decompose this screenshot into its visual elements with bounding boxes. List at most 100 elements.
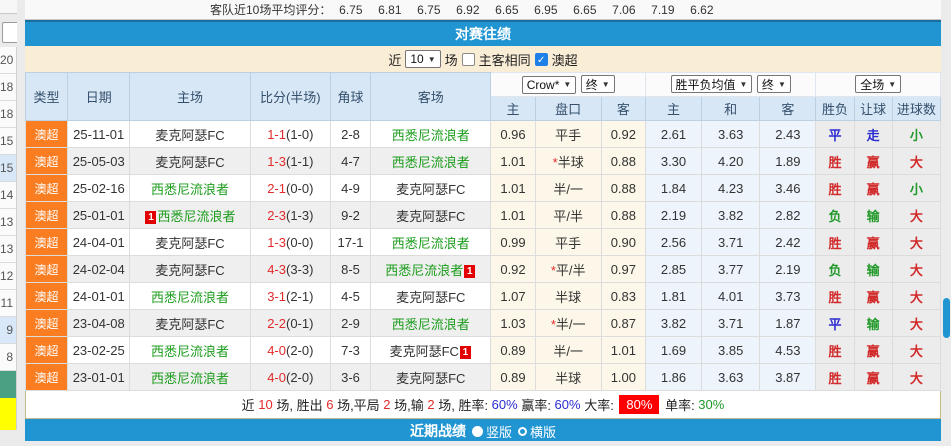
match-count-select[interactable]: 10 ▼ bbox=[405, 50, 441, 68]
handicap-line-text: 平手 bbox=[555, 235, 582, 251]
summary-segment: 近 bbox=[241, 398, 259, 413]
corner-score: 7-3 bbox=[329, 336, 372, 364]
home-team-name: 西悉尼流浪者 bbox=[150, 289, 229, 305]
table-row: 澳超 23-04-08 麦克阿瑟FC 2-2(0-1) 2-9 西悉尼流浪者 1.03 *半/… bbox=[24, 309, 942, 337]
away-team: 西悉尼流浪者 bbox=[370, 120, 492, 148]
left-strip-number: 8 bbox=[0, 344, 17, 371]
col-header-date: 日期 bbox=[67, 72, 131, 121]
odds-home: 2.61 bbox=[644, 120, 703, 148]
match-date: 23-02-25 bbox=[67, 336, 131, 364]
league-badge: 澳超 bbox=[24, 255, 69, 283]
handicap-line-text: 半球 bbox=[555, 370, 582, 386]
left-strip-number: 18 bbox=[0, 74, 17, 101]
handicap-away-odds: 1.00 bbox=[600, 363, 646, 391]
col-header-home: 主场 bbox=[129, 72, 251, 121]
summary-segment: 2 bbox=[383, 397, 391, 412]
corner-score: 9-2 bbox=[329, 201, 372, 229]
home-team: 西悉尼流浪者 bbox=[129, 282, 251, 310]
col-header-type: 类型 bbox=[24, 72, 69, 121]
home-team-name: 麦克阿瑟FC bbox=[155, 262, 225, 278]
league-badge: 澳超 bbox=[24, 336, 69, 364]
home-team-name: 西悉尼流浪者 bbox=[150, 343, 229, 359]
handicap-home-odds: 0.99 bbox=[490, 228, 536, 256]
score: 1-3(0-0) bbox=[249, 228, 331, 256]
odds-away: 3.73 bbox=[759, 282, 817, 310]
left-strip-green-cell bbox=[0, 371, 17, 398]
vertical-layout-radio[interactable]: 竖版 bbox=[471, 422, 512, 441]
odds-away: 2.42 bbox=[759, 228, 817, 256]
avg-rating-value: 6.62 bbox=[690, 2, 714, 17]
left-strip-number: 15 bbox=[0, 155, 17, 182]
result-handicap: 赢 bbox=[853, 174, 893, 202]
away-team-name: 西悉尼流浪者 bbox=[391, 127, 470, 143]
match-date: 23-04-08 bbox=[67, 309, 131, 337]
summary-segment: 60% bbox=[491, 397, 518, 412]
result-wdl: 胜 bbox=[815, 282, 855, 310]
result-goals: 大 bbox=[891, 201, 942, 229]
summary-segment: 赢率: bbox=[517, 398, 555, 413]
full-time-score: 4-3 bbox=[267, 261, 286, 277]
result-goals: 大 bbox=[891, 228, 942, 256]
result-handicap: 输 bbox=[853, 201, 893, 229]
odds-home: 3.82 bbox=[644, 309, 703, 337]
odds-draw: 3.85 bbox=[701, 336, 761, 364]
wdl-mean-select[interactable]: 胜平负均值 ▼ bbox=[670, 75, 753, 94]
wdl-final-select[interactable]: 终 ▼ bbox=[756, 75, 791, 94]
chevron-down-icon: ▼ bbox=[739, 79, 748, 89]
scrollbar-thumb[interactable] bbox=[943, 298, 950, 338]
odds-away: 2.43 bbox=[759, 120, 817, 148]
away-team: 麦克阿瑟FC bbox=[370, 363, 492, 391]
match-date: 25-01-01 bbox=[67, 201, 131, 229]
handicap-line: 半球 bbox=[534, 282, 602, 310]
col-header-hcap-away: 客 bbox=[600, 96, 646, 121]
summary-segment: 场, 胜出 bbox=[272, 398, 327, 413]
odds-home: 2.85 bbox=[644, 255, 703, 283]
fullmatch-dropdown-group: 全场 ▼ bbox=[815, 72, 941, 97]
handicap-line: *半球 bbox=[534, 147, 602, 175]
home-team: 西悉尼流浪者 bbox=[129, 336, 251, 364]
odds-away: 4.53 bbox=[759, 336, 817, 364]
table-row: 澳超 25-01-01 1 西悉尼流浪者 2-3(1-3) 9-2 麦克阿瑟FC 1.01 平/… bbox=[24, 201, 942, 229]
odds-home: 1.86 bbox=[644, 363, 703, 391]
handicap-line: 半球 bbox=[534, 363, 602, 391]
half-time-score: (1-0) bbox=[285, 126, 314, 142]
league-filter-label: 澳超 bbox=[551, 52, 578, 68]
left-strip-numbers: 20 18 18 15 15 14 13 13 12 11 9 8 bbox=[0, 47, 17, 430]
home-team: 1 西悉尼流浪者 bbox=[129, 201, 251, 229]
home-team-name: 麦克阿瑟FC bbox=[155, 235, 225, 251]
result-handicap: 赢 bbox=[853, 147, 893, 175]
home-team-name: 西悉尼流浪者 bbox=[157, 208, 236, 224]
same-venue-checkbox[interactable] bbox=[461, 52, 475, 66]
result-goals: 大 bbox=[891, 282, 942, 310]
corner-score: 2-9 bbox=[329, 309, 372, 337]
handicap-line: 平/半 bbox=[534, 201, 602, 229]
away-team: 麦克阿瑟FC 1 bbox=[370, 336, 492, 364]
avg-rating-value: 6.65 bbox=[495, 2, 519, 17]
avg-rating-value: 7.06 bbox=[612, 2, 636, 17]
result-wdl: 负 bbox=[815, 201, 855, 229]
odds-draw: 3.71 bbox=[701, 309, 761, 337]
full-time-score: 4-0 bbox=[267, 342, 286, 358]
home-team: 麦克阿瑟FC bbox=[129, 228, 251, 256]
away-team: 西悉尼流浪者 1 bbox=[370, 255, 492, 283]
score: 2-3(1-3) bbox=[249, 201, 331, 229]
bookmaker-select[interactable]: Crow* ▼ bbox=[521, 75, 577, 94]
half-time-score: (1-1) bbox=[285, 153, 314, 169]
half-time-score: (2-1) bbox=[285, 288, 314, 304]
home-team: 西悉尼流浪者 bbox=[129, 363, 251, 391]
summary-segment: 场,平局 bbox=[333, 398, 384, 413]
odds-draw: 4.20 bbox=[701, 147, 761, 175]
chevron-down-icon: ▼ bbox=[888, 79, 897, 89]
handicap-away-odds: 0.83 bbox=[600, 282, 646, 310]
full-match-select[interactable]: 全场 ▼ bbox=[855, 75, 902, 94]
league-checkbox[interactable]: ✓ bbox=[534, 52, 548, 66]
handicap-line-text: 半球 bbox=[555, 289, 582, 305]
result-wdl: 胜 bbox=[815, 363, 855, 391]
horizontal-layout-radio[interactable]: 横版 bbox=[518, 422, 556, 441]
home-team: 西悉尼流浪者 bbox=[129, 174, 251, 202]
home-team: 麦克阿瑟FC bbox=[129, 309, 251, 337]
handicap-final-select[interactable]: 终 ▼ bbox=[580, 75, 615, 94]
handicap-line-text: 半/一 bbox=[555, 316, 586, 332]
result-goals: 大 bbox=[891, 363, 942, 391]
league-badge: 澳超 bbox=[24, 228, 69, 256]
